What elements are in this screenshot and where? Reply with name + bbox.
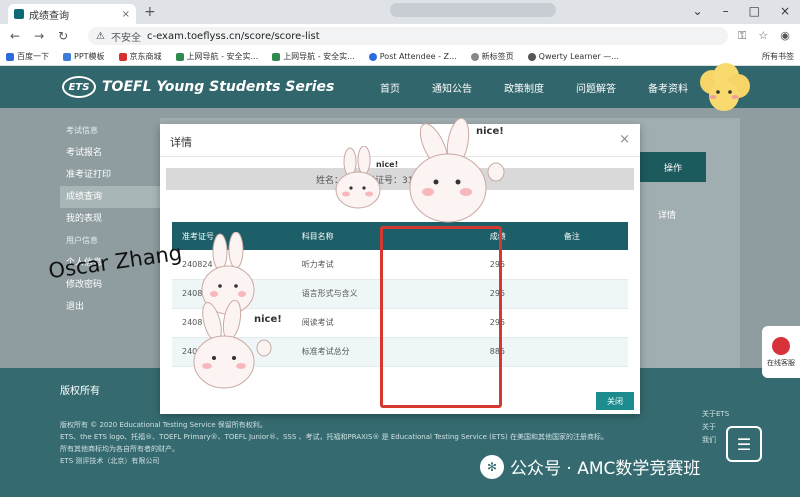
ppt-icon (63, 52, 71, 61)
footer-line: ETS、the ETS logo、托福®、TOEFL Primary®、TOEF… (60, 433, 608, 441)
cell-note (553, 250, 628, 280)
site-header: ETS TOEFL Young Students Series 首页 通知公告 … (0, 66, 800, 108)
bookmark-item[interactable]: 上网导航 - 安全实... (272, 51, 355, 62)
warning-icon: ⚠ (96, 30, 105, 42)
minimize-icon[interactable]: – (723, 4, 729, 18)
footer-link[interactable]: 关于ETS (702, 408, 729, 421)
nav-notices[interactable]: 通知公告 (432, 80, 472, 95)
operation-header: 操作 (640, 152, 706, 182)
new-tab-button[interactable]: + (144, 4, 156, 20)
key-icon[interactable]: ⚿ (738, 29, 746, 43)
cell-note (553, 308, 628, 338)
bunny-sticker-small (335, 146, 381, 209)
tab-close-icon[interactable]: × (122, 9, 130, 20)
online-service-button[interactable]: 在线客服 (762, 326, 800, 378)
chevron-down-icon[interactable]: ⌄ (693, 4, 703, 18)
score-highlight-box (380, 226, 502, 408)
url-text[interactable]: c-exam.toeflyss.cn/score/score-list (147, 31, 320, 42)
footer-line: ETS 测评技术（北京）有限公司 (60, 457, 160, 465)
bookmark-item[interactable]: 京东商城 (118, 51, 162, 62)
zoom-icon (368, 52, 377, 61)
reload-icon[interactable]: ↻ (58, 29, 68, 43)
watermark: ✻ 公众号 · AMC数学竞赛班 (480, 454, 700, 479)
maximize-icon[interactable]: □ (749, 4, 760, 18)
footer-copyright-title: 版权所有 (60, 386, 100, 397)
scan-icon[interactable]: ☰ (726, 426, 762, 462)
bookmark-item[interactable]: Qwerty Learner —... (527, 52, 619, 61)
nav-buttons: ← → ↻ (0, 29, 80, 43)
bookmark-item[interactable]: Post Attendee - Z... (368, 52, 457, 61)
address-actions: ⚿ ☆ ◉ (728, 29, 790, 43)
jd-icon (118, 52, 127, 61)
bookmarks-bar: 百度一下 PPT模板 京东商城 上网导航 - 安全实... 上网导航 - 安全实… (0, 48, 800, 66)
nav-home[interactable]: 首页 (380, 80, 400, 95)
wechat-icon: ✻ (480, 454, 504, 479)
ets-logo-icon: ETS (62, 76, 96, 98)
sidebar-item-performance[interactable]: 我的表现 (60, 208, 160, 230)
sidebar-item-logout[interactable]: 退出 (60, 296, 160, 318)
qwerty-icon (527, 52, 536, 61)
modal-title: 详情 (170, 136, 192, 149)
sidebar: 考试信息 考试报名 准考证打印 成绩查询 我的表现 用户信息 个人信息 修改密码… (60, 120, 160, 318)
logo-text: TOEFL Young Students Series (102, 79, 335, 95)
bookmark-item[interactable]: PPT模板 (63, 51, 105, 62)
site-logo[interactable]: ETS TOEFL Young Students Series (62, 76, 334, 98)
column-header: 备注 (553, 222, 628, 250)
all-bookmarks[interactable]: 所有书签 (762, 51, 794, 62)
sticker-label: nice! (376, 160, 399, 169)
bookmark-item[interactable]: 上网导航 - 安全实... (175, 51, 258, 62)
shield-icon (272, 52, 281, 61)
tab-title: 成绩查询 (29, 10, 69, 22)
details-link[interactable]: 详情 (658, 208, 676, 221)
popcorn-sticker (700, 63, 750, 111)
sticker-label: nice! (254, 314, 282, 325)
main-nav: 首页 通知公告 政策制度 问题解答 备考资料 (380, 80, 688, 95)
favicon-icon (14, 9, 24, 19)
watermark-text: 公众号 · AMC数学竞赛班 (510, 459, 701, 479)
browser-tab[interactable]: 成绩查询 × (8, 4, 136, 24)
globe-icon (470, 52, 479, 61)
paw-icon (6, 52, 14, 61)
close-icon[interactable]: × (619, 132, 630, 147)
close-button[interactable]: 关闭 (596, 392, 634, 410)
back-icon[interactable]: ← (10, 29, 20, 43)
star-icon[interactable]: ☆ (758, 29, 768, 43)
sidebar-item-admission[interactable]: 准考证打印 (60, 164, 160, 186)
sticker-label: nice! (476, 126, 504, 137)
sidebar-item-scores[interactable]: 成绩查询 (60, 186, 160, 208)
footer-line: 所有其他商标均为各自所有者的财产。 (60, 445, 179, 453)
bookmark-item[interactable]: 新标签页 (470, 51, 514, 62)
nav-materials[interactable]: 备考资料 (648, 80, 688, 95)
agent-icon (772, 336, 790, 355)
forward-icon[interactable]: → (34, 29, 44, 43)
window-controls: ⌄ – □ × (693, 4, 790, 18)
close-window-icon[interactable]: × (780, 4, 790, 18)
footer-line: 版权所有 © 2020 Educational Testing Service … (60, 421, 267, 429)
floating-toolbar (390, 3, 556, 17)
cell-note (553, 337, 628, 367)
sidebar-item-register[interactable]: 考试报名 (60, 142, 160, 164)
sidebar-section-exam: 考试信息 (66, 126, 98, 135)
service-label: 在线客服 (767, 358, 795, 367)
profile-icon[interactable]: ◉ (780, 29, 790, 43)
nav-faq[interactable]: 问题解答 (576, 80, 616, 95)
nav-policy[interactable]: 政策制度 (504, 80, 544, 95)
url-field[interactable]: ⚠ 不安全 c-exam.toeflyss.cn/score/score-lis… (88, 27, 728, 45)
insecure-label: 不安全 (110, 32, 141, 44)
bookmark-item[interactable]: 百度一下 (6, 51, 49, 62)
browser-tab-bar: 成绩查询 × + ⌄ – □ × (0, 0, 800, 24)
cell-note (553, 279, 628, 309)
address-bar: ← → ↻ ⚠ 不安全 c-exam.toeflyss.cn/score/sco… (0, 24, 800, 48)
shield-icon (175, 52, 184, 61)
